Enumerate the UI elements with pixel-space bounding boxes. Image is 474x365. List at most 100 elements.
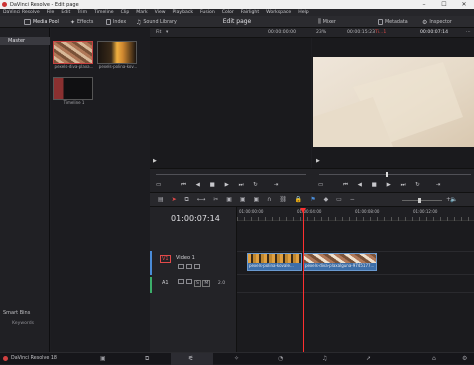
- menu-playback[interactable]: Playback: [173, 10, 194, 15]
- home-icon[interactable]: ⌂: [432, 355, 436, 362]
- effects-button[interactable]: ✦ Effects: [70, 16, 93, 28]
- mark-icon[interactable]: ⇥: [436, 182, 445, 188]
- skip-start-icon[interactable]: ⏮: [181, 182, 190, 188]
- timeline-name-dropdown[interactable]: Ti...1: [375, 30, 386, 35]
- monitor-icon[interactable]: [194, 264, 200, 269]
- maximize-button[interactable]: ☐: [437, 0, 451, 9]
- sound-library-button[interactable]: ♫ Sound Library: [136, 16, 177, 28]
- menu-mark[interactable]: Mark: [136, 10, 147, 15]
- lock-icon[interactable]: [178, 279, 184, 284]
- source-scrubber[interactable]: [156, 174, 306, 175]
- trim-tool-icon[interactable]: ⧉: [185, 196, 192, 203]
- volume-icon[interactable]: 🔈: [450, 196, 457, 203]
- media-page-icon[interactable]: ▣: [100, 355, 106, 362]
- menu-edit[interactable]: Edit: [61, 10, 70, 15]
- menu-clip[interactable]: Clip: [121, 10, 130, 15]
- play-icon[interactable]: ▶: [387, 182, 395, 188]
- auto-select-icon[interactable]: [186, 279, 192, 284]
- skip-end-icon[interactable]: ⏭: [401, 182, 410, 188]
- record-scrubber[interactable]: [319, 174, 471, 175]
- marker-icon[interactable]: ◆: [324, 196, 332, 203]
- index-label: Index: [113, 19, 127, 25]
- menu-view[interactable]: View: [155, 10, 166, 15]
- dynamic-trim-icon[interactable]: ⟷: [197, 196, 209, 203]
- viewer-options-icon[interactable]: ▭: [318, 182, 327, 188]
- zoom-slider-handle[interactable]: [418, 198, 421, 203]
- skip-end-icon[interactable]: ⏭: [239, 182, 248, 188]
- zoom-full-icon[interactable]: ▭: [336, 196, 345, 203]
- stop-icon[interactable]: ■: [372, 182, 381, 188]
- flag-icon[interactable]: ⚑: [310, 196, 318, 203]
- cut-page-icon[interactable]: ⧉: [145, 355, 149, 363]
- snapping-icon[interactable]: ∩: [267, 196, 274, 203]
- metadata-button[interactable]: Metadata: [378, 16, 408, 28]
- pool-clip[interactable]: pexels-diva-plaxa...: [53, 41, 95, 69]
- mixer-button[interactable]: ⫼ Mixer: [318, 16, 336, 28]
- minimize-button[interactable]: –: [417, 0, 431, 9]
- zoom-dropdown[interactable]: 23%: [316, 30, 326, 35]
- timeline-clip[interactable]: pexels-diva-plaxalguna-9745177...: [303, 253, 377, 271]
- menu-timeline[interactable]: Timeline: [94, 10, 114, 15]
- metadata-icon: [378, 19, 383, 25]
- auto-select-icon[interactable]: [186, 264, 192, 269]
- menu-color[interactable]: Color: [222, 10, 234, 15]
- inspector-label: Inspector: [429, 19, 452, 25]
- lock-icon[interactable]: [178, 264, 184, 269]
- mark-in-icon[interactable]: ▶: [316, 158, 320, 164]
- smart-bin-keywords[interactable]: Keywords: [12, 321, 34, 326]
- mute-button[interactable]: M: [202, 280, 211, 287]
- pool-clip[interactable]: pexels-polina-kov...: [97, 41, 139, 69]
- loop-icon[interactable]: ↻: [415, 182, 424, 188]
- inspector-button[interactable]: ⚙ Inspector: [422, 16, 452, 28]
- timeline-clip[interactable]: pexels-polina-kovale...: [247, 253, 302, 271]
- close-button[interactable]: ✕: [457, 0, 471, 9]
- media-pool-button[interactable]: Media Pool: [24, 16, 59, 28]
- menu-davinci[interactable]: DaVinci Resolve: [3, 10, 40, 15]
- deliver-page-icon[interactable]: ➚: [366, 355, 371, 362]
- reverse-icon[interactable]: ◀: [358, 182, 366, 188]
- index-button[interactable]: Index: [106, 16, 126, 28]
- record-scrubber-handle[interactable]: [386, 172, 388, 177]
- edit-page-tab[interactable]: ⚟: [171, 353, 213, 365]
- insert-clip-icon[interactable]: ▣: [226, 196, 235, 203]
- viewer-options-icon[interactable]: ▭: [156, 182, 165, 188]
- timeline-options-icon[interactable]: ▤: [158, 196, 167, 203]
- mark-in-icon[interactable]: ▶: [153, 158, 157, 164]
- more-icon[interactable]: ⋯: [466, 30, 471, 35]
- audio-track-id[interactable]: A1: [162, 280, 169, 286]
- play-icon[interactable]: ▶: [225, 182, 233, 188]
- audio-track-lane[interactable]: [237, 275, 474, 293]
- source-viewer[interactable]: [150, 38, 311, 168]
- menu-workspace[interactable]: Workspace: [266, 10, 291, 15]
- blade-tool-icon[interactable]: ✂: [213, 196, 221, 203]
- menu-trim[interactable]: Trim: [77, 10, 87, 15]
- timeline-ruler[interactable]: 01:00:00:00 01:00:04:00 01:00:08:00 01:0…: [237, 207, 474, 221]
- color-page-icon[interactable]: ◔: [278, 355, 283, 362]
- menu-help[interactable]: Help: [298, 10, 308, 15]
- menu-fairlight[interactable]: Fairlight: [241, 10, 259, 15]
- loop-icon[interactable]: ↻: [253, 182, 262, 188]
- menu-fusion[interactable]: Fusion: [200, 10, 215, 15]
- settings-icon[interactable]: ⚙: [462, 355, 467, 362]
- reverse-icon[interactable]: ◀: [196, 182, 204, 188]
- stop-icon[interactable]: ■: [210, 182, 219, 188]
- mark-icon[interactable]: ⇥: [274, 182, 283, 188]
- solo-button[interactable]: S: [194, 280, 201, 287]
- pool-timeline[interactable]: Timeline 1: [53, 77, 95, 105]
- playhead[interactable]: [302, 208, 304, 352]
- skip-start-icon[interactable]: ⏮: [343, 182, 352, 188]
- overwrite-clip-icon[interactable]: ▣: [240, 196, 249, 203]
- video-track-name[interactable]: Video 1: [176, 255, 195, 261]
- zoom-slider[interactable]: [402, 200, 442, 201]
- lock-icon[interactable]: 🔒: [295, 196, 305, 203]
- replace-clip-icon[interactable]: ▣: [253, 196, 262, 203]
- selection-tool-icon[interactable]: ➤: [172, 196, 180, 203]
- fit-dropdown[interactable]: Fit: [156, 30, 161, 35]
- bin-master[interactable]: Master: [0, 37, 50, 45]
- fairlight-page-icon[interactable]: ♫: [322, 355, 327, 362]
- zoom-out-icon[interactable]: −: [350, 196, 358, 203]
- link-icon[interactable]: ⛓: [279, 196, 290, 203]
- video-track-id[interactable]: V1: [160, 255, 171, 263]
- fusion-page-icon[interactable]: ✧: [234, 355, 239, 362]
- menu-file[interactable]: File: [47, 10, 55, 15]
